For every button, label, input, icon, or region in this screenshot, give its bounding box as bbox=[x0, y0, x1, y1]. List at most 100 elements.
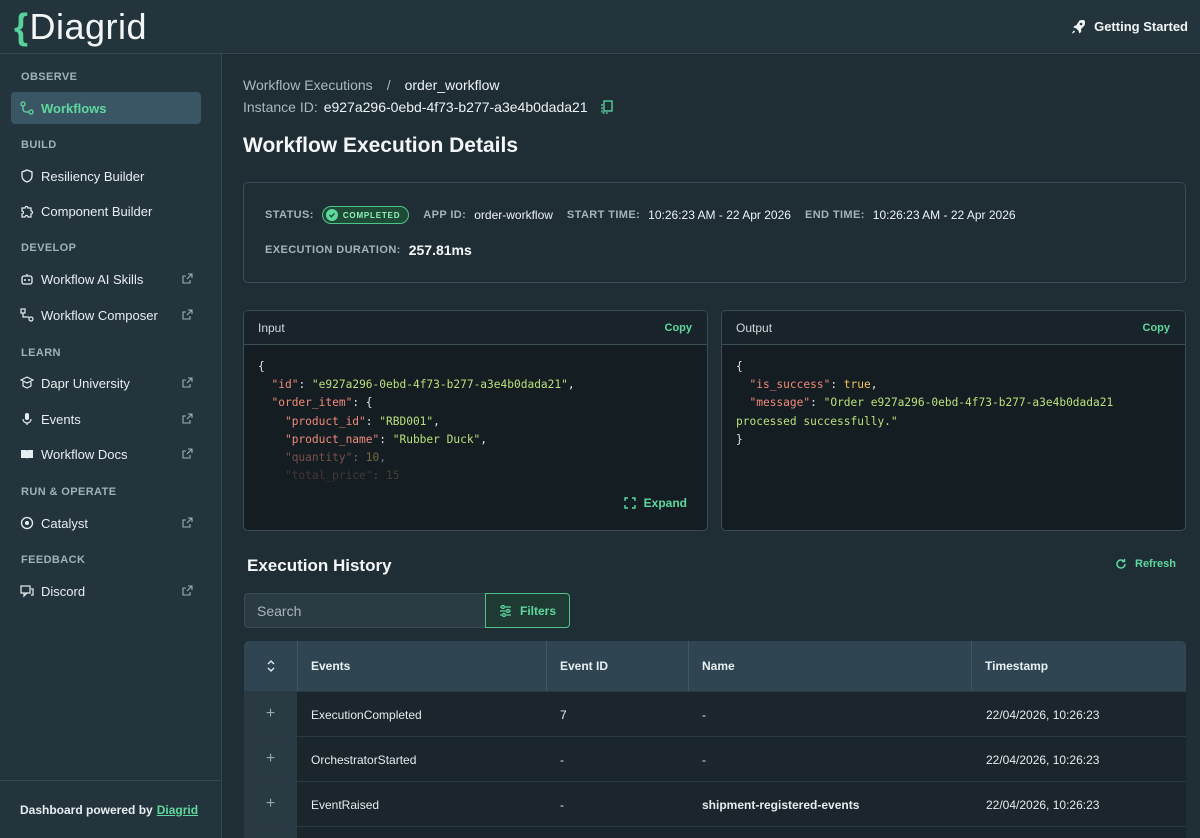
sidebar-item-resiliency-builder[interactable]: Resiliency Builder bbox=[11, 160, 201, 192]
external-link-icon bbox=[182, 413, 193, 424]
end-time-value: 10:26:23 AM - 22 Apr 2026 bbox=[872, 208, 1016, 222]
book-icon bbox=[20, 447, 34, 461]
output-panel-title: Output bbox=[736, 320, 773, 335]
row-event: OrchestratorStarted bbox=[311, 752, 417, 767]
instance-id: Instance ID: e927a296-0ebd-4f73-b277-a3e… bbox=[243, 99, 613, 115]
logo-text: Diagrid bbox=[29, 5, 148, 47]
table-row[interactable]: + EventRaised - shipment-registered-even… bbox=[244, 781, 1186, 826]
sidebar-item-label: Workflows bbox=[41, 100, 107, 116]
expand-label: Expand bbox=[643, 496, 687, 510]
expand-icon bbox=[623, 497, 636, 509]
sidebar-item-workflow-docs[interactable]: Workflow Docs bbox=[11, 438, 201, 470]
row-expand-button[interactable]: + bbox=[244, 692, 297, 736]
refresh-icon bbox=[1116, 559, 1126, 569]
getting-started-button[interactable]: Getting Started bbox=[1070, 19, 1188, 35]
copy-icon[interactable] bbox=[600, 100, 613, 114]
top-header: { Diagrid Getting Started bbox=[0, 0, 1200, 54]
row-expand-button[interactable]: + bbox=[244, 737, 297, 781]
row-timestamp: 22/04/2026, 10:26:23 bbox=[986, 797, 1100, 812]
section-feedback: FEEDBACK bbox=[21, 554, 86, 566]
row-event-id: - bbox=[560, 797, 564, 812]
row-expand-button[interactable]: + bbox=[244, 782, 297, 826]
status-value: COMPLETED bbox=[342, 210, 401, 220]
search-input[interactable] bbox=[244, 593, 486, 628]
sidebar-item-label: Workflow Docs bbox=[41, 446, 128, 462]
execution-history-table: Events Event ID Name Timestamp + Executi… bbox=[244, 641, 1186, 838]
external-link-icon bbox=[182, 309, 193, 320]
sidebar-item-label: Component Builder bbox=[41, 203, 153, 219]
chat-icon bbox=[20, 584, 34, 598]
row-event: ExecutionCompleted bbox=[311, 707, 422, 722]
sort-icon bbox=[267, 660, 274, 672]
sidebar-item-workflow-composer[interactable]: Workflow Composer bbox=[11, 299, 201, 331]
diagrid-link[interactable]: Diagrid bbox=[157, 803, 198, 817]
table-row[interactable]: + OrchestratorStarted - - 22/04/2026, 10… bbox=[244, 736, 1186, 781]
sidebar-item-discord[interactable]: Discord bbox=[11, 575, 201, 607]
table-row[interactable]: + ExecutionCompleted 7 - 22/04/2026, 10:… bbox=[244, 691, 1186, 736]
sidebar-item-label: Workflow AI Skills bbox=[41, 271, 144, 287]
filters-label: Filters bbox=[519, 603, 556, 618]
sort-toggle[interactable] bbox=[244, 641, 297, 691]
app-id-label: APP ID: bbox=[423, 209, 467, 221]
row-event-id: - bbox=[560, 752, 564, 767]
breadcrumb-current: order_workflow bbox=[404, 77, 500, 93]
col-timestamp[interactable]: Timestamp bbox=[971, 641, 1186, 691]
section-build: BUILD bbox=[21, 139, 57, 151]
col-event-id[interactable]: Event ID bbox=[546, 641, 688, 691]
col-events[interactable]: Events bbox=[297, 641, 546, 691]
expand-button[interactable]: Expand bbox=[623, 496, 687, 510]
section-develop: DEVELOP bbox=[21, 242, 77, 254]
sidebar-item-component-builder[interactable]: Component Builder bbox=[11, 195, 201, 227]
section-learn: LEARN bbox=[21, 347, 61, 359]
table-header: Events Event ID Name Timestamp bbox=[244, 641, 1186, 691]
external-link-icon bbox=[182, 273, 193, 284]
logo-brace: { bbox=[14, 5, 29, 47]
puzzle-icon bbox=[20, 204, 34, 218]
output-copy-button[interactable]: Copy bbox=[1143, 322, 1171, 334]
refresh-button[interactable]: Refresh bbox=[1115, 558, 1176, 570]
input-copy-button[interactable]: Copy bbox=[665, 322, 693, 334]
sidebar-item-workflow-ai-skills[interactable]: Workflow AI Skills bbox=[11, 263, 201, 295]
instance-id-value: e927a296-0ebd-4f73-b277-a3e4b0dada21 bbox=[323, 99, 588, 115]
duration-value: 257.81ms bbox=[408, 242, 472, 258]
sidebar: OBSERVE Workflows BUILD Resiliency Build… bbox=[0, 54, 222, 838]
status-label: STATUS: bbox=[265, 209, 314, 221]
external-link-icon bbox=[182, 448, 193, 459]
sidebar-item-label: Workflow Composer bbox=[41, 307, 158, 323]
sidebar-item-events[interactable]: Events bbox=[11, 403, 201, 435]
refresh-label: Refresh bbox=[1135, 558, 1176, 570]
row-event-id: 7 bbox=[560, 707, 567, 722]
input-json: { "id": "e927a296-0ebd-4f73-b277-a3e4b0d… bbox=[258, 360, 575, 483]
col-name[interactable]: Name bbox=[688, 641, 972, 691]
row-timestamp: 22/04/2026, 10:26:23 bbox=[986, 707, 1100, 722]
getting-started-label: Getting Started bbox=[1094, 19, 1188, 34]
sidebar-item-workflows[interactable]: Workflows bbox=[11, 92, 201, 124]
input-panel: Input Copy { "id": "e927a296-0ebd-4f73-b… bbox=[243, 310, 708, 531]
sidebar-item-dapr-university[interactable]: Dapr University bbox=[11, 367, 201, 399]
instance-id-label: Instance ID: bbox=[243, 99, 318, 115]
execution-history-title: Execution History bbox=[247, 556, 392, 575]
row-expand-cell bbox=[244, 827, 297, 838]
external-link-icon bbox=[182, 377, 193, 388]
row-timestamp: 22/04/2026, 10:26:23 bbox=[986, 752, 1100, 767]
diagrid-logo[interactable]: { Diagrid bbox=[14, 6, 147, 48]
sidebar-item-label: Dapr University bbox=[41, 375, 130, 391]
filters-button[interactable]: Filters bbox=[485, 593, 570, 628]
workflow-icon bbox=[20, 101, 34, 115]
sidebar-item-catalyst[interactable]: Catalyst bbox=[11, 507, 201, 539]
sidebar-item-label: Catalyst bbox=[41, 515, 88, 531]
section-observe: OBSERVE bbox=[21, 71, 78, 83]
sidebar-item-label: Discord bbox=[41, 583, 86, 599]
app-id-value: order-workflow bbox=[474, 208, 553, 222]
powered-by-footer: Dashboard powered by Diagrid bbox=[0, 780, 222, 838]
powered-by-text: Dashboard powered by bbox=[20, 802, 153, 817]
robot-icon bbox=[20, 272, 34, 286]
output-panel: Output Copy { "is_success": true, "messa… bbox=[721, 310, 1186, 531]
catalyst-icon bbox=[20, 516, 34, 530]
composer-icon bbox=[20, 308, 34, 322]
external-link-icon bbox=[182, 585, 193, 596]
breadcrumb-workflow-executions[interactable]: Workflow Executions bbox=[243, 77, 373, 93]
table-row-partial bbox=[244, 826, 1186, 838]
breadcrumb-separator: / bbox=[386, 77, 391, 93]
row-name: - bbox=[702, 752, 706, 767]
